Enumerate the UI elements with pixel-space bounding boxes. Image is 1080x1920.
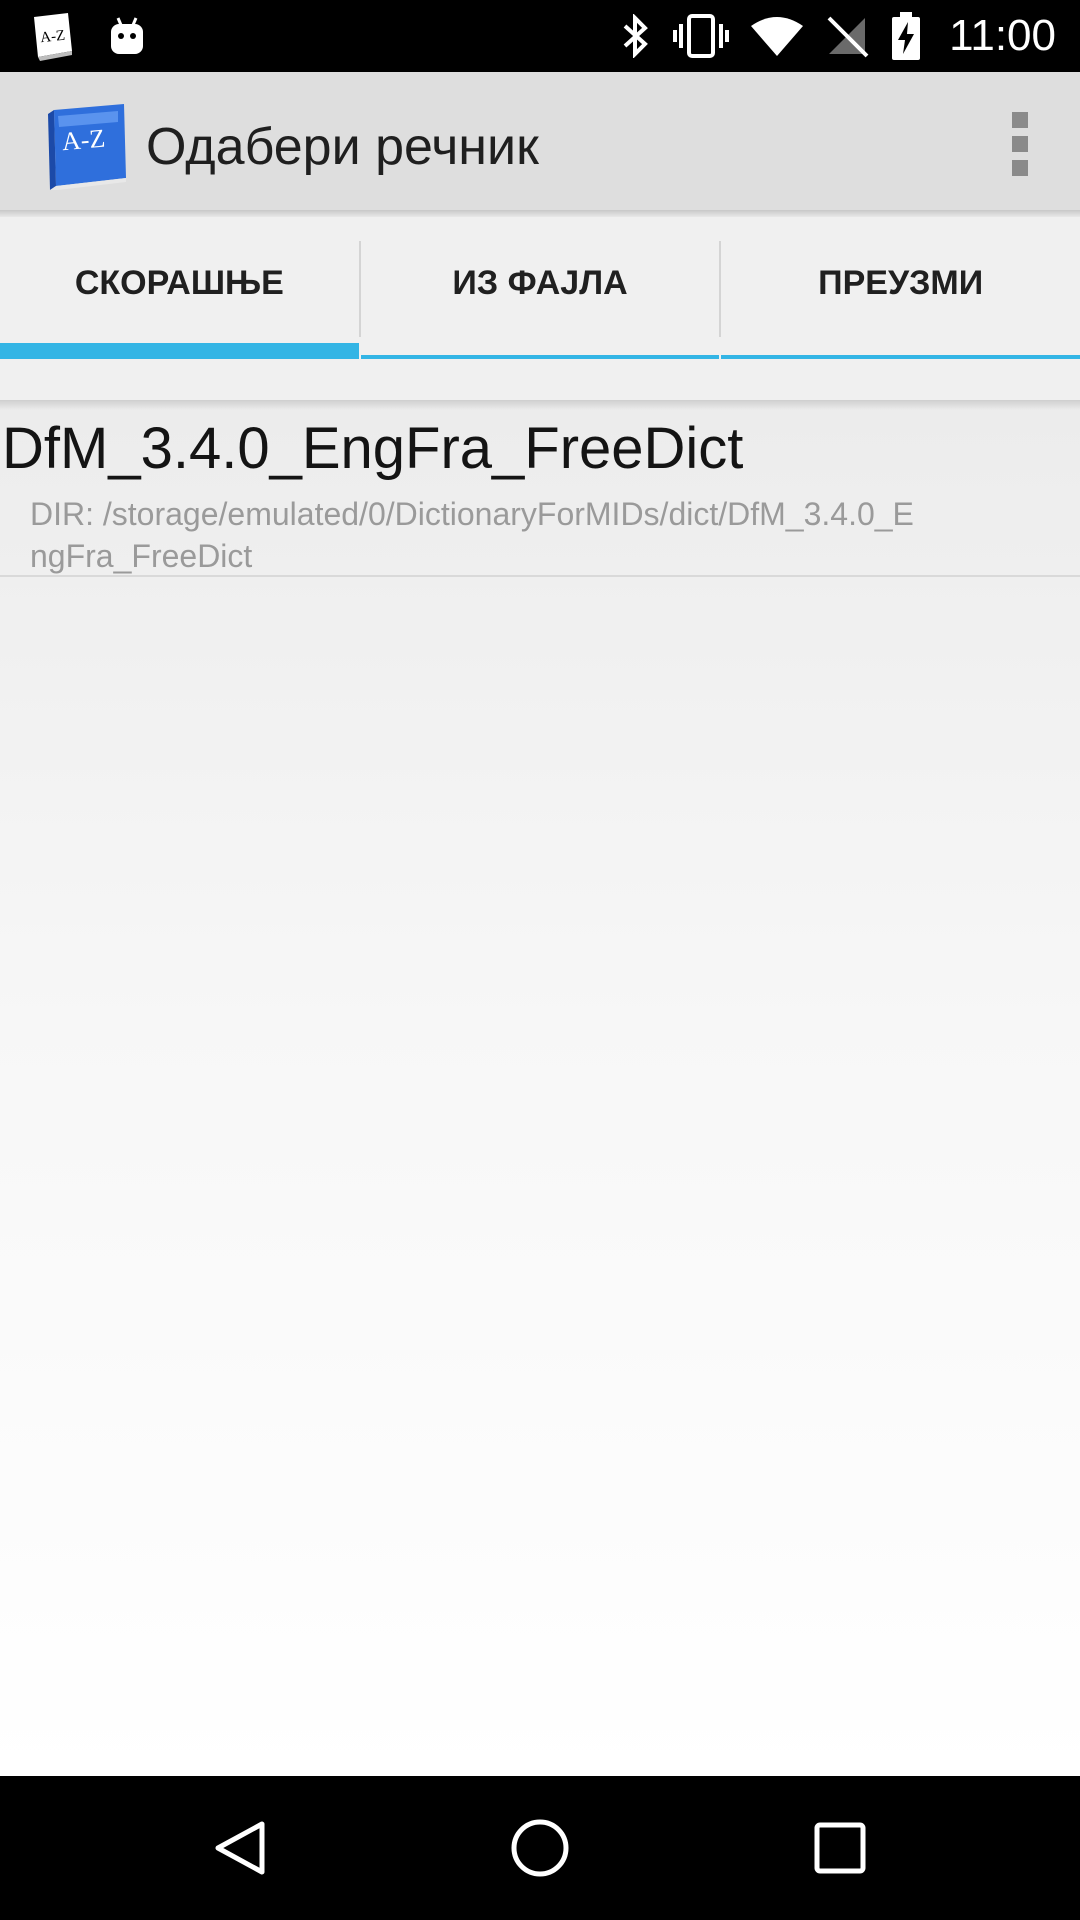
- tab-download[interactable]: ПРЕУЗМИ: [721, 217, 1080, 359]
- android-debug-icon: [111, 17, 143, 54]
- page-title: Одабери речник: [146, 118, 539, 176]
- status-time: 11:00: [949, 11, 1056, 60]
- recents-button[interactable]: [760, 1776, 920, 1920]
- status-bar: A-Z 11:00: [0, 0, 1080, 72]
- tab-bar: СКОРАШЊЕ ИЗ ФАЈЛА ПРЕУЗМИ: [0, 217, 1080, 359]
- tab-bar-shadow: [0, 400, 1080, 410]
- recents-icon: [814, 1822, 866, 1874]
- app-logo-icon[interactable]: A-Z: [38, 102, 130, 192]
- vibrate-icon: [673, 14, 730, 58]
- battery-charging-icon: [892, 12, 921, 60]
- dictionary-path: DIR: /storage/emulated/0/DictionaryForMI…: [30, 496, 914, 574]
- overflow-dot: [1012, 160, 1028, 176]
- back-button[interactable]: [160, 1776, 320, 1920]
- tab-recent-label: СКОРАШЊЕ: [74, 263, 284, 302]
- action-bar: A-Z Одабери речник: [0, 72, 1080, 210]
- notification-icons: A-Z: [28, 10, 146, 62]
- tab-selected-indicator: [0, 343, 359, 359]
- tab-from-file[interactable]: ИЗ ФАЈЛА: [360, 217, 720, 359]
- tab-download-label: ПРЕУЗМИ: [818, 263, 984, 302]
- home-icon: [511, 1819, 569, 1877]
- az-dictionary-notification-icon: A-Z: [34, 13, 72, 61]
- home-button[interactable]: [460, 1776, 620, 1920]
- navigation-bar: [0, 1776, 1080, 1920]
- list-item[interactable]: DfM_3.4.0_EngFra_FreeDict DIR: /storage/…: [0, 403, 1080, 577]
- az-notification-text: A-Z: [39, 28, 66, 47]
- app-logo-text: A-Z: [61, 124, 107, 157]
- system-status-icons: 11:00: [621, 0, 1056, 72]
- dictionary-title: DfM_3.4.0_EngFra_FreeDict: [2, 416, 744, 481]
- tab-spacer: [0, 359, 1080, 403]
- tab-recent[interactable]: СКОРАШЊЕ: [0, 217, 359, 359]
- no-sim-icon: [827, 16, 869, 58]
- action-bar-shadow: [0, 210, 1080, 217]
- wifi-icon: [751, 17, 804, 56]
- tab-from-file-label: ИЗ ФАЈЛА: [452, 263, 628, 302]
- bluetooth-icon: [623, 14, 649, 58]
- overflow-menu-button[interactable]: [1000, 108, 1040, 180]
- recent-dictionaries-list: DfM_3.4.0_EngFra_FreeDict DIR: /storage/…: [0, 403, 1080, 1776]
- overflow-dot: [1012, 112, 1028, 128]
- back-icon: [215, 1821, 265, 1875]
- overflow-dot: [1012, 136, 1028, 152]
